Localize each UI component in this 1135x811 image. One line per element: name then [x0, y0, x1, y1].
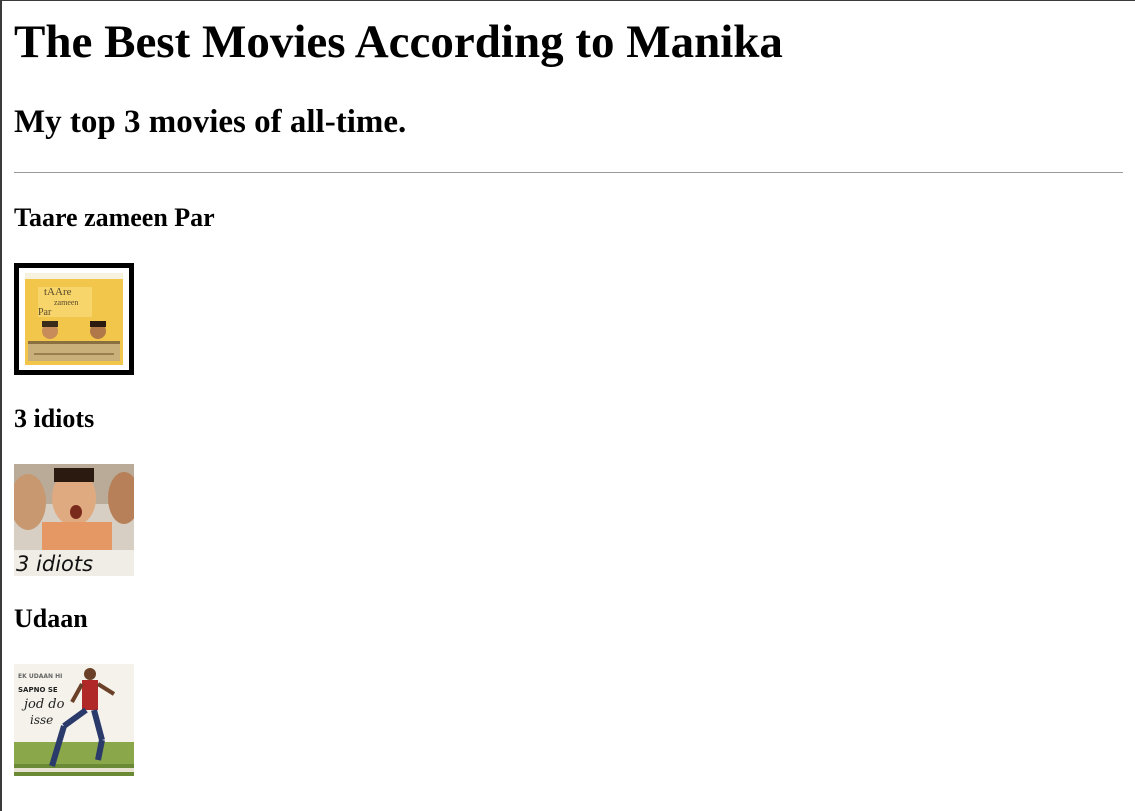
poster-text: 3 idiots	[16, 552, 93, 576]
poster-3-idiots: 3 idiots	[14, 464, 134, 576]
poster-text-1: EK UDAAN HI	[18, 673, 62, 680]
poster-udaan: EK UDAAN HI SAPNO SE jod do isse	[14, 664, 134, 776]
poster-text-2: SAPNO SE	[18, 686, 58, 694]
poster-text-3: Par	[38, 307, 52, 318]
divider	[14, 172, 1123, 173]
page-subtitle: My top 3 movies of all-time.	[14, 104, 407, 140]
poster-text-4: isse	[30, 713, 53, 727]
poster-text-1: tAAre	[44, 286, 72, 298]
movie-title-3-idiots: 3 idiots	[14, 404, 95, 433]
poster-taare-zameen-par: tAAre zameen Par	[14, 263, 134, 375]
movie-title-taare-zameen-par: Taare zameen Par	[14, 203, 215, 232]
poster-text-2: zameen	[54, 298, 78, 307]
page-title: The Best Movies According to Manika	[14, 16, 783, 68]
poster-text-3: jod do	[21, 697, 65, 712]
movie-title-udaan: Udaan	[14, 604, 88, 633]
